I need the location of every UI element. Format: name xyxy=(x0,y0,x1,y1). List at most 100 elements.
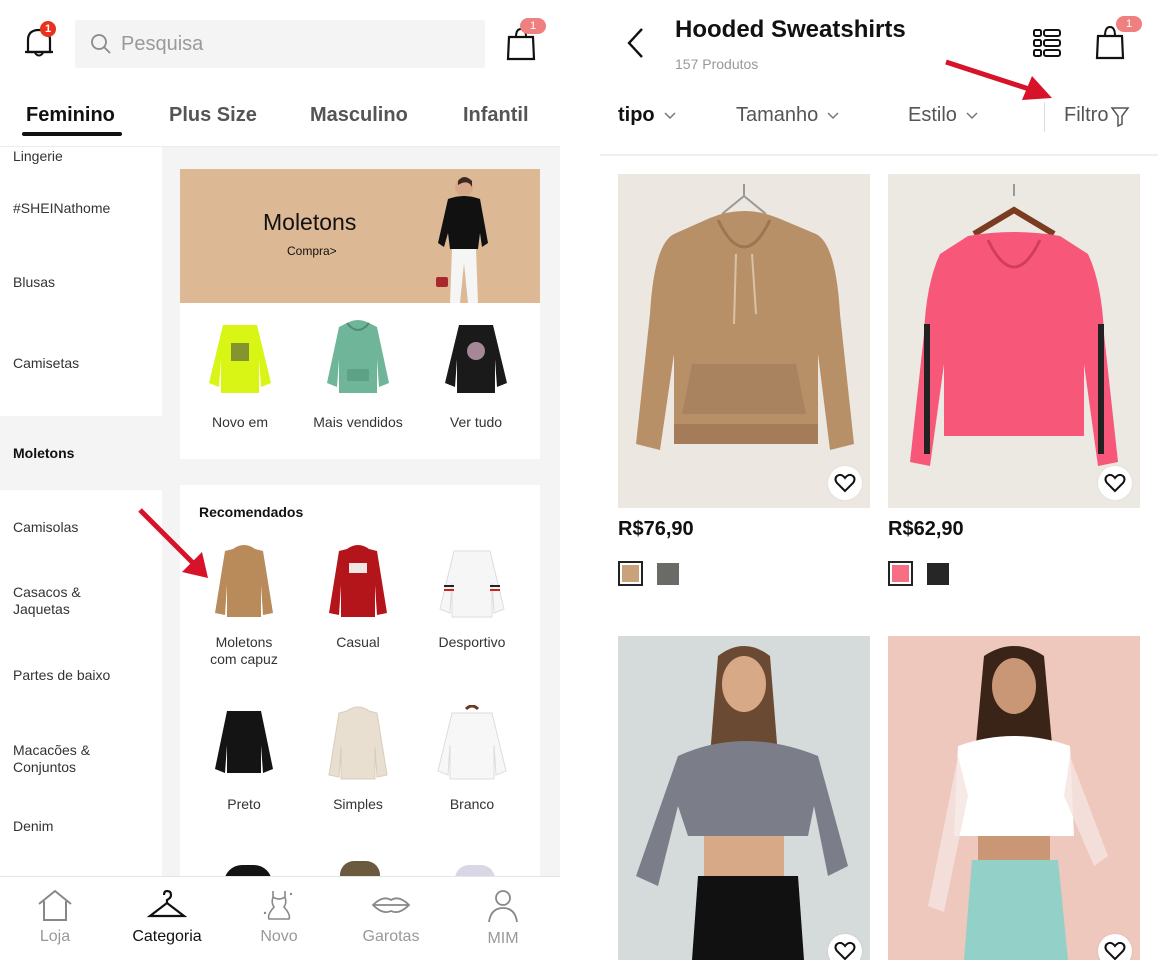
sidebar-item-casacos-jaquetas[interactable]: Casacos & Jaquetas xyxy=(0,564,162,638)
banner-shop-link[interactable]: Compra> xyxy=(287,244,337,258)
filter-button[interactable]: Filtro xyxy=(1064,104,1130,127)
filter-estilo[interactable]: Estilo xyxy=(908,104,979,127)
garment-thumbnail xyxy=(439,550,505,618)
filter-tipo[interactable]: tipo xyxy=(618,104,677,127)
recommended-item-desportivo[interactable]: Desportivo xyxy=(412,543,532,651)
search-icon xyxy=(91,34,111,54)
sidebar-item-lingerie[interactable]: Lingerie xyxy=(0,147,162,171)
nav-garotas[interactable]: Garotas xyxy=(336,889,446,946)
sidebar-item-moletons[interactable]: Moletons xyxy=(0,416,162,490)
sidebar-item-camisetas[interactable]: Camisetas xyxy=(0,320,162,416)
search-input[interactable] xyxy=(121,32,421,56)
tab-masculino[interactable]: Masculino xyxy=(310,104,408,127)
cart-badge: 1 xyxy=(520,18,546,34)
product-price: R$62,90 xyxy=(888,518,964,540)
product-image[interactable] xyxy=(618,636,870,960)
garment-thumbnail xyxy=(328,706,388,780)
header-divider xyxy=(600,154,1158,156)
tab-infantil[interactable]: Infantil xyxy=(463,104,529,127)
product-count: 157 Produtos xyxy=(675,56,759,72)
product-price: R$76,90 xyxy=(618,518,694,540)
featured-card: Moletons Compra> Novo em Mais vendidos V… xyxy=(180,169,540,459)
category-body: Lingerie #SHEINathome Blusas Camisetas M… xyxy=(0,146,560,876)
color-swatch-tan[interactable] xyxy=(618,561,643,586)
product-card[interactable] xyxy=(618,636,870,960)
garment-thumbnail xyxy=(215,711,273,773)
search-bar[interactable] xyxy=(75,20,485,68)
filter-tamanho[interactable]: Tamanho xyxy=(736,104,840,127)
list-view-icon[interactable] xyxy=(1032,28,1062,58)
filter-bar: tipo Tamanho Estilo Filtro xyxy=(600,96,1158,136)
recommended-card: Recomendados Moletons com capuz Casual D… xyxy=(180,485,540,876)
nav-mim[interactable]: MIM xyxy=(448,889,558,948)
sidebar-item-macacoes-conjuntos[interactable]: Macacões & Conjuntos xyxy=(0,712,162,806)
sidebar-item-partes-de-baixo[interactable]: Partes de baixo xyxy=(0,638,162,712)
sidebar-item-denim[interactable]: Denim xyxy=(0,806,162,876)
recommended-item-simples[interactable]: Simples xyxy=(298,705,418,813)
product-card[interactable] xyxy=(888,636,1140,960)
recommended-item-preto[interactable]: Preto xyxy=(184,705,304,813)
quick-link-mais-vendidos[interactable]: Mais vendidos xyxy=(298,319,418,430)
recommended-item-branco[interactable]: Branco xyxy=(412,704,532,813)
sidebar-item-camisolas[interactable]: Camisolas xyxy=(0,490,162,564)
color-swatches xyxy=(618,561,870,586)
quick-link-ver-tudo[interactable]: Ver tudo xyxy=(416,319,536,430)
page-title: Hooded Sweatshirts xyxy=(675,16,906,43)
color-swatch-grey[interactable] xyxy=(657,563,679,585)
garment-thumbnail-partial xyxy=(224,865,272,876)
garment-thumbnail xyxy=(437,704,507,780)
sidebar-item-blusas[interactable]: Blusas xyxy=(0,245,162,320)
sidebar-item-sheinathome[interactable]: #SHEINathome xyxy=(0,171,162,245)
recommended-item-moletons-com-capuz[interactable]: Moletons com capuz xyxy=(184,543,304,668)
tab-feminino[interactable]: Feminino xyxy=(26,104,115,127)
nav-novo[interactable]: Novo xyxy=(224,889,334,946)
garment-thumbnail xyxy=(445,325,507,393)
funnel-icon xyxy=(1110,106,1130,127)
garment-thumbnail xyxy=(327,320,389,393)
filter-divider xyxy=(1044,102,1045,132)
product-image[interactable] xyxy=(618,174,870,508)
category-sidebar: Lingerie #SHEINathome Blusas Camisetas M… xyxy=(0,147,162,876)
notification-badge: 1 xyxy=(40,21,56,37)
wishlist-button[interactable] xyxy=(828,466,862,500)
wishlist-button[interactable] xyxy=(1098,934,1132,960)
chevron-down-icon xyxy=(664,111,676,119)
wishlist-button[interactable] xyxy=(828,934,862,960)
color-swatch-pink[interactable] xyxy=(888,561,913,586)
product-card[interactable]: R$62,90 xyxy=(888,174,1140,586)
quick-link-novo-em[interactable]: Novo em xyxy=(180,319,300,430)
heart-icon xyxy=(1104,473,1126,493)
garment-thumbnail xyxy=(329,545,387,617)
lips-icon xyxy=(371,897,411,914)
model-photo xyxy=(436,177,488,303)
chevron-down-icon xyxy=(827,111,839,119)
product-image[interactable] xyxy=(888,636,1140,960)
tab-plus-size[interactable]: Plus Size xyxy=(169,104,257,127)
recommended-title: Recomendados xyxy=(199,504,304,520)
hoodie-photo xyxy=(636,184,854,450)
color-swatches xyxy=(888,561,1140,586)
category-screen: 1 1 Feminino Plus Size Masculino Infanti… xyxy=(0,0,560,960)
user-icon xyxy=(488,890,518,923)
product-image[interactable] xyxy=(888,174,1140,508)
heart-icon xyxy=(1104,941,1126,960)
mesh-hoodie-photo xyxy=(910,184,1118,466)
color-swatch-black[interactable] xyxy=(927,563,949,585)
hanger-icon xyxy=(146,889,188,918)
cart-badge: 1 xyxy=(1116,16,1142,32)
model-photo xyxy=(928,646,1108,960)
top-bar: 1 1 xyxy=(0,0,560,80)
heart-icon xyxy=(834,473,856,493)
garment-thumbnail xyxy=(215,545,273,617)
nav-loja[interactable]: Loja xyxy=(0,889,110,946)
garment-thumbnail xyxy=(209,325,271,393)
product-card[interactable]: R$76,90 xyxy=(618,174,870,586)
nav-categoria[interactable]: Categoria xyxy=(112,889,222,946)
back-arrow-icon[interactable] xyxy=(624,26,646,60)
moletons-banner[interactable]: Moletons Compra> xyxy=(180,169,540,303)
bottom-navigation: Loja Categoria Novo Garotas MIM xyxy=(0,876,560,960)
recommended-item-casual[interactable]: Casual xyxy=(298,543,418,651)
model-photo xyxy=(636,646,848,960)
wishlist-button[interactable] xyxy=(1098,466,1132,500)
banner-title: Moletons xyxy=(263,209,357,235)
